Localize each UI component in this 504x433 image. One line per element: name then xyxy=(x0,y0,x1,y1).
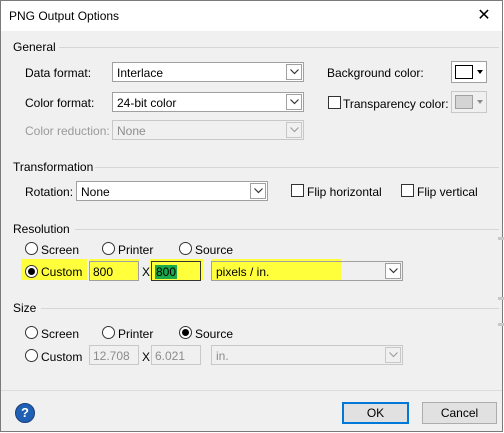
flip-horizontal-checkbox[interactable] xyxy=(291,184,304,197)
size-source-radio[interactable] xyxy=(179,326,192,339)
color-reduction-select[interactable]: None xyxy=(112,120,304,140)
ok-button[interactable]: OK xyxy=(342,402,409,424)
window-edge-mark xyxy=(498,323,504,326)
chevron-down-icon[interactable] xyxy=(286,94,302,110)
rotation-value: None xyxy=(81,185,110,199)
data-format-label: Data format: xyxy=(25,66,92,80)
size-divider xyxy=(41,308,499,309)
close-icon[interactable]: ✕ xyxy=(474,6,494,26)
resolution-printer-label: Printer xyxy=(118,243,154,257)
resolution-group-title: Resolution xyxy=(13,222,70,236)
size-custom-radio[interactable] xyxy=(25,349,38,362)
resolution-units-select[interactable]: pixels / in. xyxy=(211,261,403,281)
flip-vertical-label: Flip vertical xyxy=(417,185,478,199)
color-reduction-label: Color reduction: xyxy=(25,124,110,138)
size-printer-radio[interactable] xyxy=(102,326,115,339)
caret-down-icon xyxy=(477,70,483,74)
size-printer-label: Printer xyxy=(118,327,154,341)
size-units-select[interactable]: in. xyxy=(211,345,403,365)
data-format-select[interactable]: Interlace xyxy=(112,62,304,82)
color-reduction-value: None xyxy=(117,124,146,138)
flip-vertical-checkbox[interactable] xyxy=(401,184,414,197)
size-height-value: 6.021 xyxy=(155,349,186,363)
background-color-picker[interactable] xyxy=(451,61,487,83)
resolution-height-input[interactable]: 800 xyxy=(151,261,201,281)
window-edge-mark xyxy=(498,237,504,240)
size-height-input[interactable]: 6.021 xyxy=(151,345,201,365)
title-bar: PNG Output Options ✕ xyxy=(1,1,502,31)
data-format-value: Interlace xyxy=(117,66,164,80)
color-format-select[interactable]: 24-bit color xyxy=(112,92,304,112)
resolution-custom-radio[interactable] xyxy=(25,265,38,278)
transformation-divider xyxy=(95,167,499,168)
chevron-down-icon[interactable] xyxy=(385,347,401,363)
color-format-label: Color format: xyxy=(25,96,95,110)
transparency-color-checkbox[interactable] xyxy=(328,96,341,109)
general-group-title: General xyxy=(13,40,56,54)
resolution-height-value: 800 xyxy=(155,265,178,279)
size-units-value: in. xyxy=(216,349,229,363)
resolution-width-input[interactable]: 800 xyxy=(89,261,139,281)
resolution-units-value: pixels / in. xyxy=(216,265,270,279)
size-group-title: Size xyxy=(13,301,37,315)
chevron-down-icon[interactable] xyxy=(286,64,302,80)
resolution-printer-radio[interactable] xyxy=(102,242,115,255)
transparency-color-label: Transparency color: xyxy=(343,97,449,111)
help-icon[interactable]: ? xyxy=(15,403,35,423)
chevron-down-icon[interactable] xyxy=(250,183,266,199)
resolution-screen-label: Screen xyxy=(41,243,80,257)
resolution-divider xyxy=(75,229,499,230)
cancel-button[interactable]: Cancel xyxy=(422,402,497,424)
png-output-options-dialog: PNG Output Options ✕ General Data format… xyxy=(0,0,504,432)
resolution-x-label: X xyxy=(142,265,151,279)
background-color-swatch xyxy=(455,65,473,79)
rotation-label: Rotation: xyxy=(25,185,74,199)
transformation-group-title: Transformation xyxy=(13,160,94,174)
transparency-color-picker[interactable] xyxy=(451,91,487,113)
chevron-down-icon[interactable] xyxy=(385,263,401,279)
flip-horizontal-label: Flip horizontal xyxy=(307,185,382,199)
general-divider xyxy=(59,47,499,48)
size-source-label: Source xyxy=(195,327,234,341)
size-x-label: X xyxy=(142,350,151,364)
resolution-source-label: Source xyxy=(195,243,234,257)
resolution-source-radio[interactable] xyxy=(179,242,192,255)
size-screen-radio[interactable] xyxy=(25,326,38,339)
caret-down-icon xyxy=(477,100,483,104)
size-screen-label: Screen xyxy=(41,327,80,341)
size-custom-label: Custom xyxy=(41,350,83,364)
window-title: PNG Output Options xyxy=(9,9,120,23)
background-color-label: Background color: xyxy=(327,66,424,80)
size-width-input[interactable]: 12.708 xyxy=(89,345,139,365)
rotation-select[interactable]: None xyxy=(76,181,268,201)
resolution-custom-label: Custom xyxy=(41,265,83,279)
transparency-color-swatch xyxy=(455,95,473,109)
size-width-value: 12.708 xyxy=(93,349,130,363)
window-edge-mark xyxy=(498,297,504,300)
resolution-screen-radio[interactable] xyxy=(25,242,38,255)
chevron-down-icon[interactable] xyxy=(286,122,302,138)
color-format-value: 24-bit color xyxy=(117,96,177,110)
resolution-width-value: 800 xyxy=(93,265,114,279)
footer-divider xyxy=(1,390,502,391)
